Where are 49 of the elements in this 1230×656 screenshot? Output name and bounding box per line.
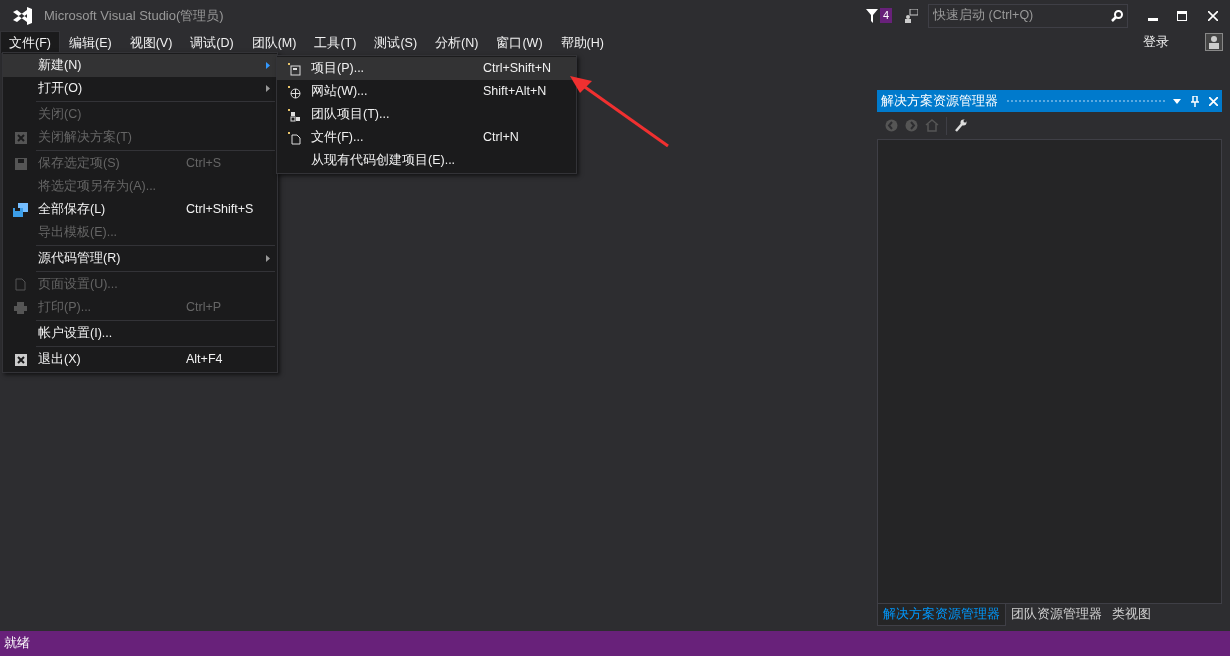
menu-item[interactable]: 项目(P)... Ctrl+Shift+N xyxy=(277,57,576,80)
quick-launch-box[interactable]: 快速启动 (Ctrl+Q) xyxy=(928,3,1128,28)
search-icon xyxy=(1111,9,1123,22)
close-icon xyxy=(14,353,27,366)
menu-bar-item[interactable]: 帮助(H) xyxy=(551,31,613,53)
filter-icon xyxy=(865,8,878,23)
menu-bar-item[interactable]: 编辑(E) xyxy=(59,31,121,53)
user-avatar-icon[interactable] xyxy=(1205,33,1223,51)
page-icon xyxy=(15,278,26,291)
menu-item[interactable]: 打开(O) xyxy=(3,77,277,100)
notification-badge[interactable]: 4 xyxy=(879,8,892,23)
new-globe-icon xyxy=(287,84,301,99)
menu-item[interactable]: 文件(F)... Ctrl+N xyxy=(277,126,576,149)
panel-tab[interactable]: 类视图 xyxy=(1107,604,1156,626)
menu-item[interactable]: 帐户设置(I)... xyxy=(3,322,277,345)
sign-in-link[interactable]: 登录 xyxy=(1143,32,1169,52)
new-file-icon xyxy=(287,130,301,145)
dropdown-icon[interactable] xyxy=(1173,98,1181,104)
status-text: 就绪 xyxy=(4,635,30,653)
wrench-icon[interactable] xyxy=(954,118,967,133)
close-icon xyxy=(14,131,27,144)
new-team-project-icon xyxy=(287,107,301,122)
floppy-disks-icon xyxy=(12,202,29,217)
menu-bar-item[interactable]: 视图(V) xyxy=(120,31,182,53)
maximize-icon[interactable] xyxy=(1177,10,1187,21)
panel-title: 解决方案资源管理器 xyxy=(881,92,998,110)
pin-icon[interactable] xyxy=(1191,95,1199,107)
menu-bar-item[interactable]: 工具(T) xyxy=(305,31,366,53)
menu-item[interactable]: 新建(N) xyxy=(3,54,277,77)
window-title: Microsoft Visual Studio(管理员) xyxy=(44,6,224,25)
menu-bar-item[interactable]: 分析(N) xyxy=(426,31,488,53)
close-icon[interactable] xyxy=(1208,10,1218,21)
menu-item[interactable]: 退出(X) Alt+F4 xyxy=(3,348,277,371)
menu-bar-item[interactable]: 文件(F) xyxy=(0,31,60,53)
panel-tab[interactable]: 团队资源管理器 xyxy=(1006,604,1107,626)
menu-item[interactable]: 从现有代码创建项目(E)... xyxy=(277,149,576,172)
menu-item[interactable]: 全部保存(L) Ctrl+Shift+S xyxy=(3,198,277,221)
feedback-icon[interactable] xyxy=(904,8,918,23)
menu-bar-item[interactable]: 窗口(W) xyxy=(487,31,552,53)
menu-item[interactable]: 团队项目(T)... xyxy=(277,103,576,126)
panel-tab[interactable]: 解决方案资源管理器 xyxy=(877,604,1006,626)
quick-launch-field[interactable]: 快速启动 (Ctrl+Q) xyxy=(933,6,1111,25)
visual-studio-logo xyxy=(11,5,33,26)
menu-item[interactable]: 源代码管理(R) xyxy=(3,247,277,270)
menu-bar-item[interactable]: 调试(D) xyxy=(181,31,243,53)
menu-bar-item[interactable]: 团队(M) xyxy=(242,31,306,53)
menu-item[interactable]: 网站(W)... Shift+Alt+N xyxy=(277,80,576,103)
new-project-icon xyxy=(287,61,301,76)
menu-bar-item[interactable]: 测试(S) xyxy=(365,31,427,53)
